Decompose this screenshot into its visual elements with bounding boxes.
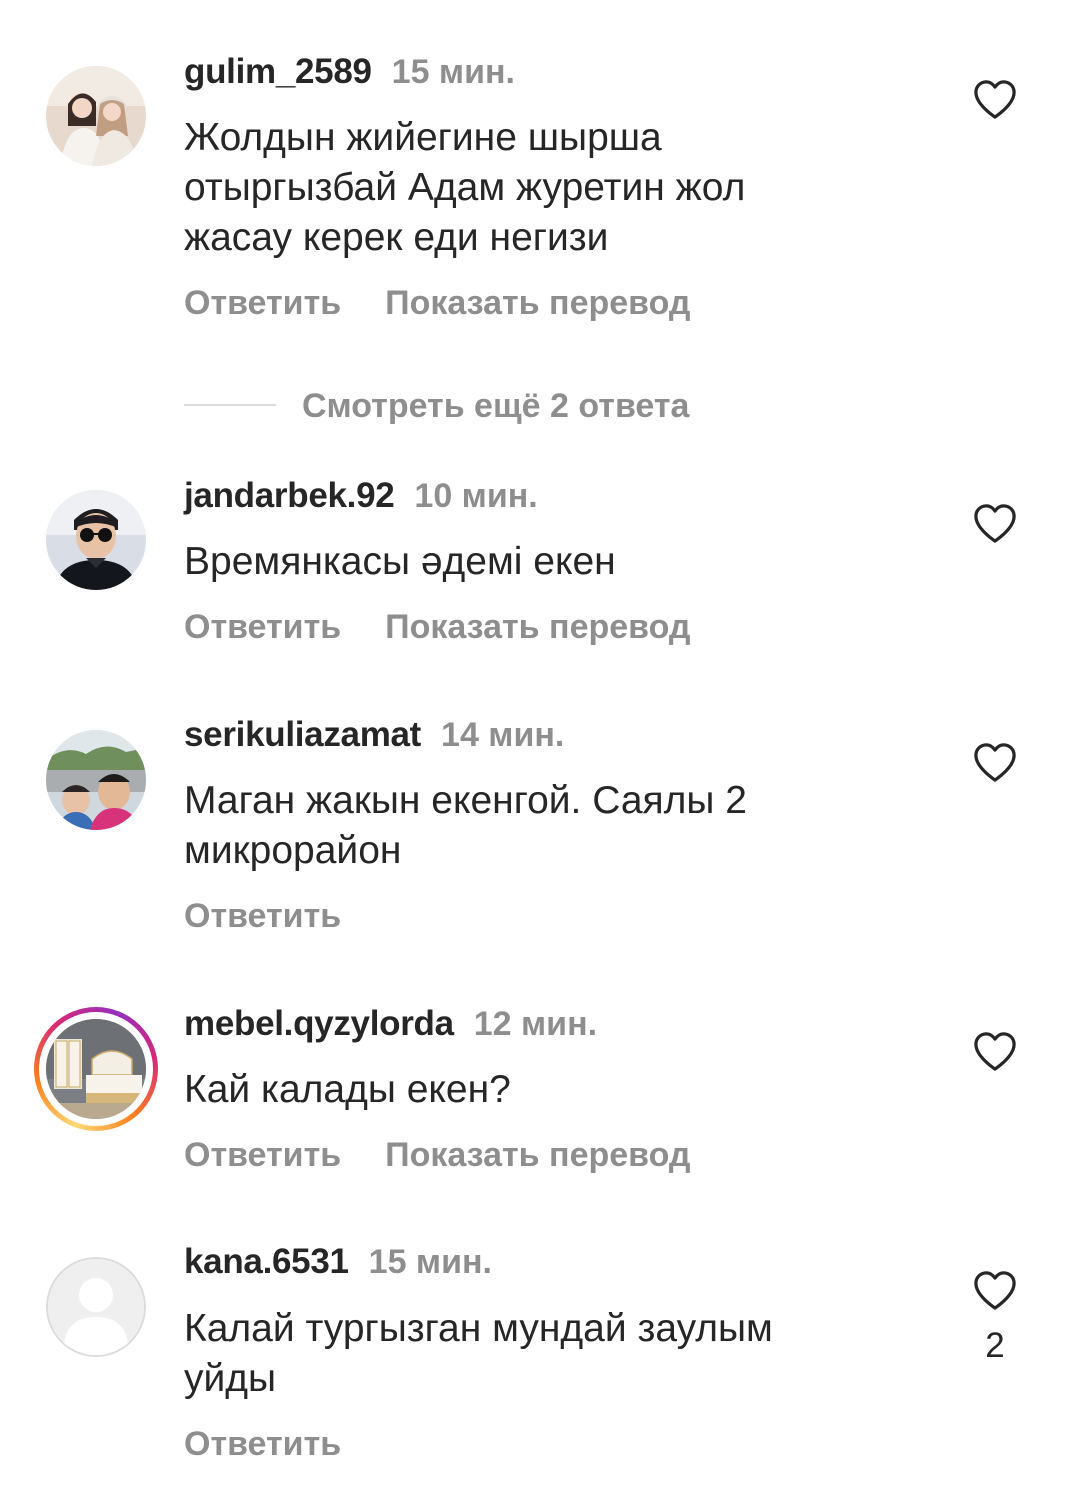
reply-button[interactable]: Ответить	[184, 608, 341, 646]
reply-button[interactable]: Ответить	[184, 1425, 341, 1463]
default-user-avatar-icon	[46, 1257, 146, 1357]
comment-time: 15 мин.	[368, 1243, 492, 1281]
avatar[interactable]	[46, 1257, 146, 1357]
comment-time: 15 мин.	[391, 53, 515, 91]
comment-actions: Ответить Показать перевод	[184, 1133, 691, 1177]
comment-text: Жолдын жийегине шырша отыргызбай Адам жу…	[184, 116, 746, 259]
comment-header: kana.6531 15 мин.	[184, 1240, 492, 1284]
comment-time: 12 мин.	[473, 1005, 598, 1043]
photo-avatar-two-women-icon	[46, 66, 146, 166]
comment-text: Времянкасы әдемі екен	[184, 540, 616, 583]
username[interactable]: serikuliazamat	[184, 715, 421, 754]
comment-text: Калай тургызган мундай заулым уйды	[184, 1307, 773, 1400]
comment-time: 10 мин.	[414, 477, 538, 515]
photo-avatar-selfie-outdoors-icon	[46, 730, 146, 830]
username[interactable]: jandarbek.92	[184, 476, 395, 515]
heart-icon[interactable]	[972, 1269, 1018, 1311]
avatar[interactable]	[46, 490, 146, 590]
reply-button[interactable]: Ответить	[184, 1136, 341, 1174]
comment-actions: Ответить	[184, 894, 341, 938]
photo-avatar-bedroom-furniture-icon	[46, 1019, 146, 1119]
comment-header: mebel.qyzylorda 12 мин.	[184, 1002, 597, 1046]
view-more-replies-label: Смотреть ещё 2 ответа	[302, 387, 690, 425]
comment-actions: Ответить Показать перевод	[184, 605, 691, 649]
replies-divider	[184, 404, 276, 406]
avatar	[46, 1019, 146, 1119]
comment-time: 14 мин.	[441, 716, 565, 754]
show-translation-button[interactable]: Показать перевод	[385, 608, 690, 646]
username[interactable]: gulim_2589	[184, 52, 372, 91]
heart-icon[interactable]	[972, 1030, 1018, 1072]
comment-header: jandarbek.92 10 мин.	[184, 474, 538, 518]
username[interactable]: mebel.qyzylorda	[184, 1004, 454, 1043]
show-translation-button[interactable]: Показать перевод	[385, 1136, 690, 1174]
reply-button[interactable]: Ответить	[184, 897, 341, 935]
username[interactable]: kana.6531	[184, 1242, 349, 1281]
heart-icon[interactable]	[972, 78, 1018, 120]
comment-text: Маган жакын екенгой. Саялы 2 микрорайон	[184, 779, 747, 872]
comment-actions: Ответить Показать перевод	[184, 281, 691, 325]
like-count: 2	[985, 1326, 1005, 1365]
heart-icon[interactable]	[972, 502, 1018, 544]
comment-actions: Ответить	[184, 1422, 341, 1466]
reply-button[interactable]: Ответить	[184, 284, 341, 322]
photo-avatar-man-sunglasses-icon	[46, 490, 146, 590]
comment-text: Кай калады екен?	[184, 1068, 511, 1111]
comment-header: gulim_2589 15 мин.	[184, 50, 515, 94]
avatar[interactable]	[46, 66, 146, 166]
story-ring[interactable]	[34, 1007, 158, 1131]
heart-icon[interactable]	[972, 741, 1018, 783]
avatar[interactable]	[46, 730, 146, 830]
comment-header: serikuliazamat 14 мин.	[184, 713, 564, 757]
show-translation-button[interactable]: Показать перевод	[385, 284, 690, 322]
